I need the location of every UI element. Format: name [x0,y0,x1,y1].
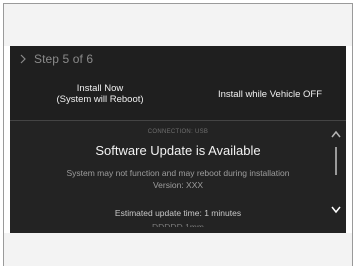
scrollbar[interactable] [335,147,337,175]
top-margin [4,4,352,46]
install-now-label: Install Now [76,83,124,94]
update-title: Software Update is Available [95,143,261,158]
install-while-off-button[interactable]: Install while Vehicle OFF [208,76,332,112]
connection-status: CONNECTION: USB [147,129,209,135]
install-now-sublabel: (System will Reboot) [56,94,144,105]
chevron-up-icon[interactable] [331,130,341,138]
install-now-button[interactable]: Install Now (System will Reboot) [40,76,160,112]
step-indicator: Step 5 of 6 [34,52,94,66]
install-while-off-label: Install while Vehicle OFF [217,88,322,100]
bottom-margin [4,233,352,266]
screenshot-frame: Step 5 of 6 Install Now (System will Reb… [3,3,353,266]
chevron-right-icon [20,54,26,64]
update-details-panel: CONNECTION: USB Software Update is Avail… [10,121,346,233]
step-header[interactable]: Step 5 of 6 [10,46,346,72]
chevron-down-icon[interactable] [331,206,341,214]
cutoff-text: DDDDD 1mm [152,222,204,227]
update-estimate: Estimated update time: 1 minutes [114,208,242,218]
update-version: Version: XXX [152,180,204,190]
update-warning: System may not function and may reboot d… [66,168,290,178]
update-screen: Step 5 of 6 Install Now (System will Reb… [10,46,346,233]
